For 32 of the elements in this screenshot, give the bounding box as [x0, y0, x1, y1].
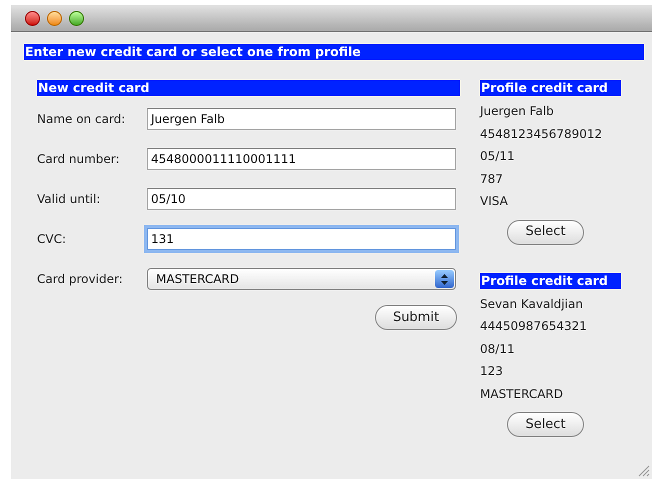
- up-down-arrows-icon: [441, 274, 448, 284]
- input-field[interactable]: 05/10: [147, 188, 456, 210]
- minimize-icon[interactable]: [47, 10, 62, 26]
- resize-grip-icon[interactable]: [636, 463, 650, 477]
- zoom-icon[interactable]: [69, 10, 84, 26]
- submit-button[interactable]: Submit: [375, 305, 457, 330]
- input-field[interactable]: 131: [147, 228, 456, 250]
- card-detail: 44450987654321: [480, 318, 588, 335]
- card-detail: 123: [480, 363, 504, 380]
- select-button[interactable]: Select: [507, 220, 584, 244]
- field-label: Card number:: [37, 151, 121, 168]
- card-detail: Juergen Falb: [480, 103, 555, 120]
- card-detail: Sevan Kavaldjian: [480, 296, 584, 312]
- select-button[interactable]: Select: [507, 412, 584, 437]
- card-provider-dropdown[interactable]: MASTERCARD: [147, 268, 456, 290]
- card-detail: VISA: [480, 193, 509, 210]
- card-detail: MASTERCARD: [480, 386, 564, 402]
- card-detail: 787: [480, 170, 504, 188]
- input-field[interactable]: 4548000011110001111: [147, 148, 456, 170]
- field-label: Name on card:: [37, 111, 126, 128]
- card-detail: 08/11: [480, 340, 516, 358]
- page-heading: Enter new credit card or select one from profile: [24, 44, 644, 60]
- field-label: Card provider:: [37, 271, 124, 288]
- card-detail: 4548123456789012: [480, 126, 604, 142]
- field-label: CVC:: [37, 231, 68, 248]
- close-icon[interactable]: [25, 10, 40, 26]
- input-field[interactable]: Juergen Falb: [147, 108, 456, 130]
- card-detail: 05/11: [480, 148, 516, 165]
- section-heading: Profile credit card: [480, 272, 621, 288]
- section-heading: Profile credit card: [480, 80, 621, 96]
- field-label: Valid until:: [37, 191, 102, 208]
- section-heading: New credit card: [37, 80, 460, 96]
